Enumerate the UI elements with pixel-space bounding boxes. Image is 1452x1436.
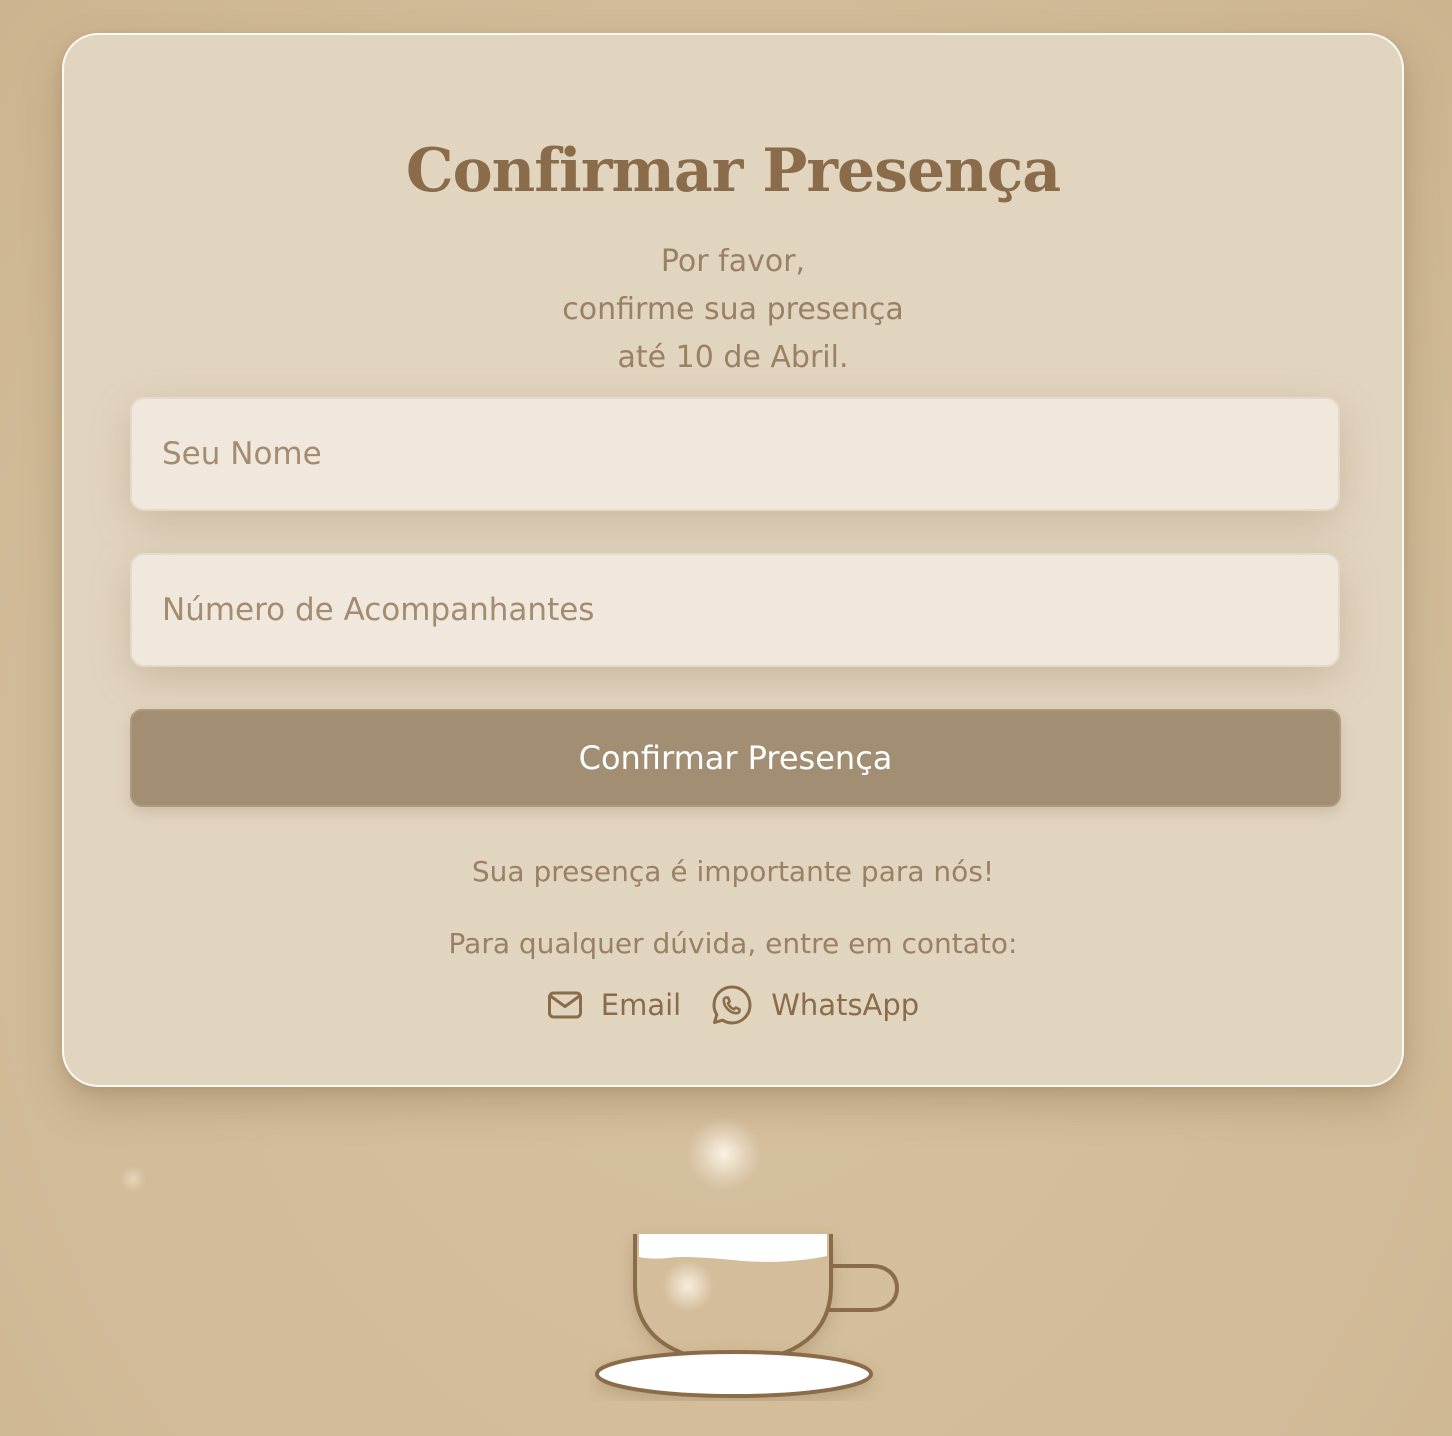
rsvp-subtitle: Por favor, confirme sua presença até 10 …	[64, 238, 1402, 382]
importance-note: Sua presença é importante para nós!	[471, 855, 995, 888]
email-link[interactable]: Email	[547, 988, 681, 1022]
whatsapp-link[interactable]: WhatsApp	[711, 984, 919, 1026]
envelope-icon	[547, 990, 583, 1020]
contact-text: Para qualquer dúvida, entre em contato:	[448, 927, 1018, 960]
steam-glow	[120, 1166, 146, 1192]
contact-links: Email WhatsApp	[64, 981, 1402, 1029]
subtitle-line: até 10 de Abril.	[617, 340, 849, 375]
rsvp-card: Confirmar Presença Por favor, confirme s…	[62, 33, 1404, 1087]
subtitle-line: confirme sua presença	[562, 292, 904, 327]
name-input[interactable]	[130, 397, 1340, 511]
subtitle-line: Por favor,	[660, 244, 806, 279]
email-link-label: Email	[600, 988, 682, 1022]
confirm-button[interactable]: Confirmar Presença	[130, 709, 1341, 807]
coffee-cup-illustration	[588, 1226, 908, 1401]
whatsapp-icon	[711, 984, 753, 1026]
guests-input[interactable]	[130, 553, 1340, 667]
page-title: Confirmar Presença	[405, 136, 1061, 206]
whatsapp-link-label: WhatsApp	[771, 988, 920, 1022]
steam-glow	[688, 1118, 760, 1190]
